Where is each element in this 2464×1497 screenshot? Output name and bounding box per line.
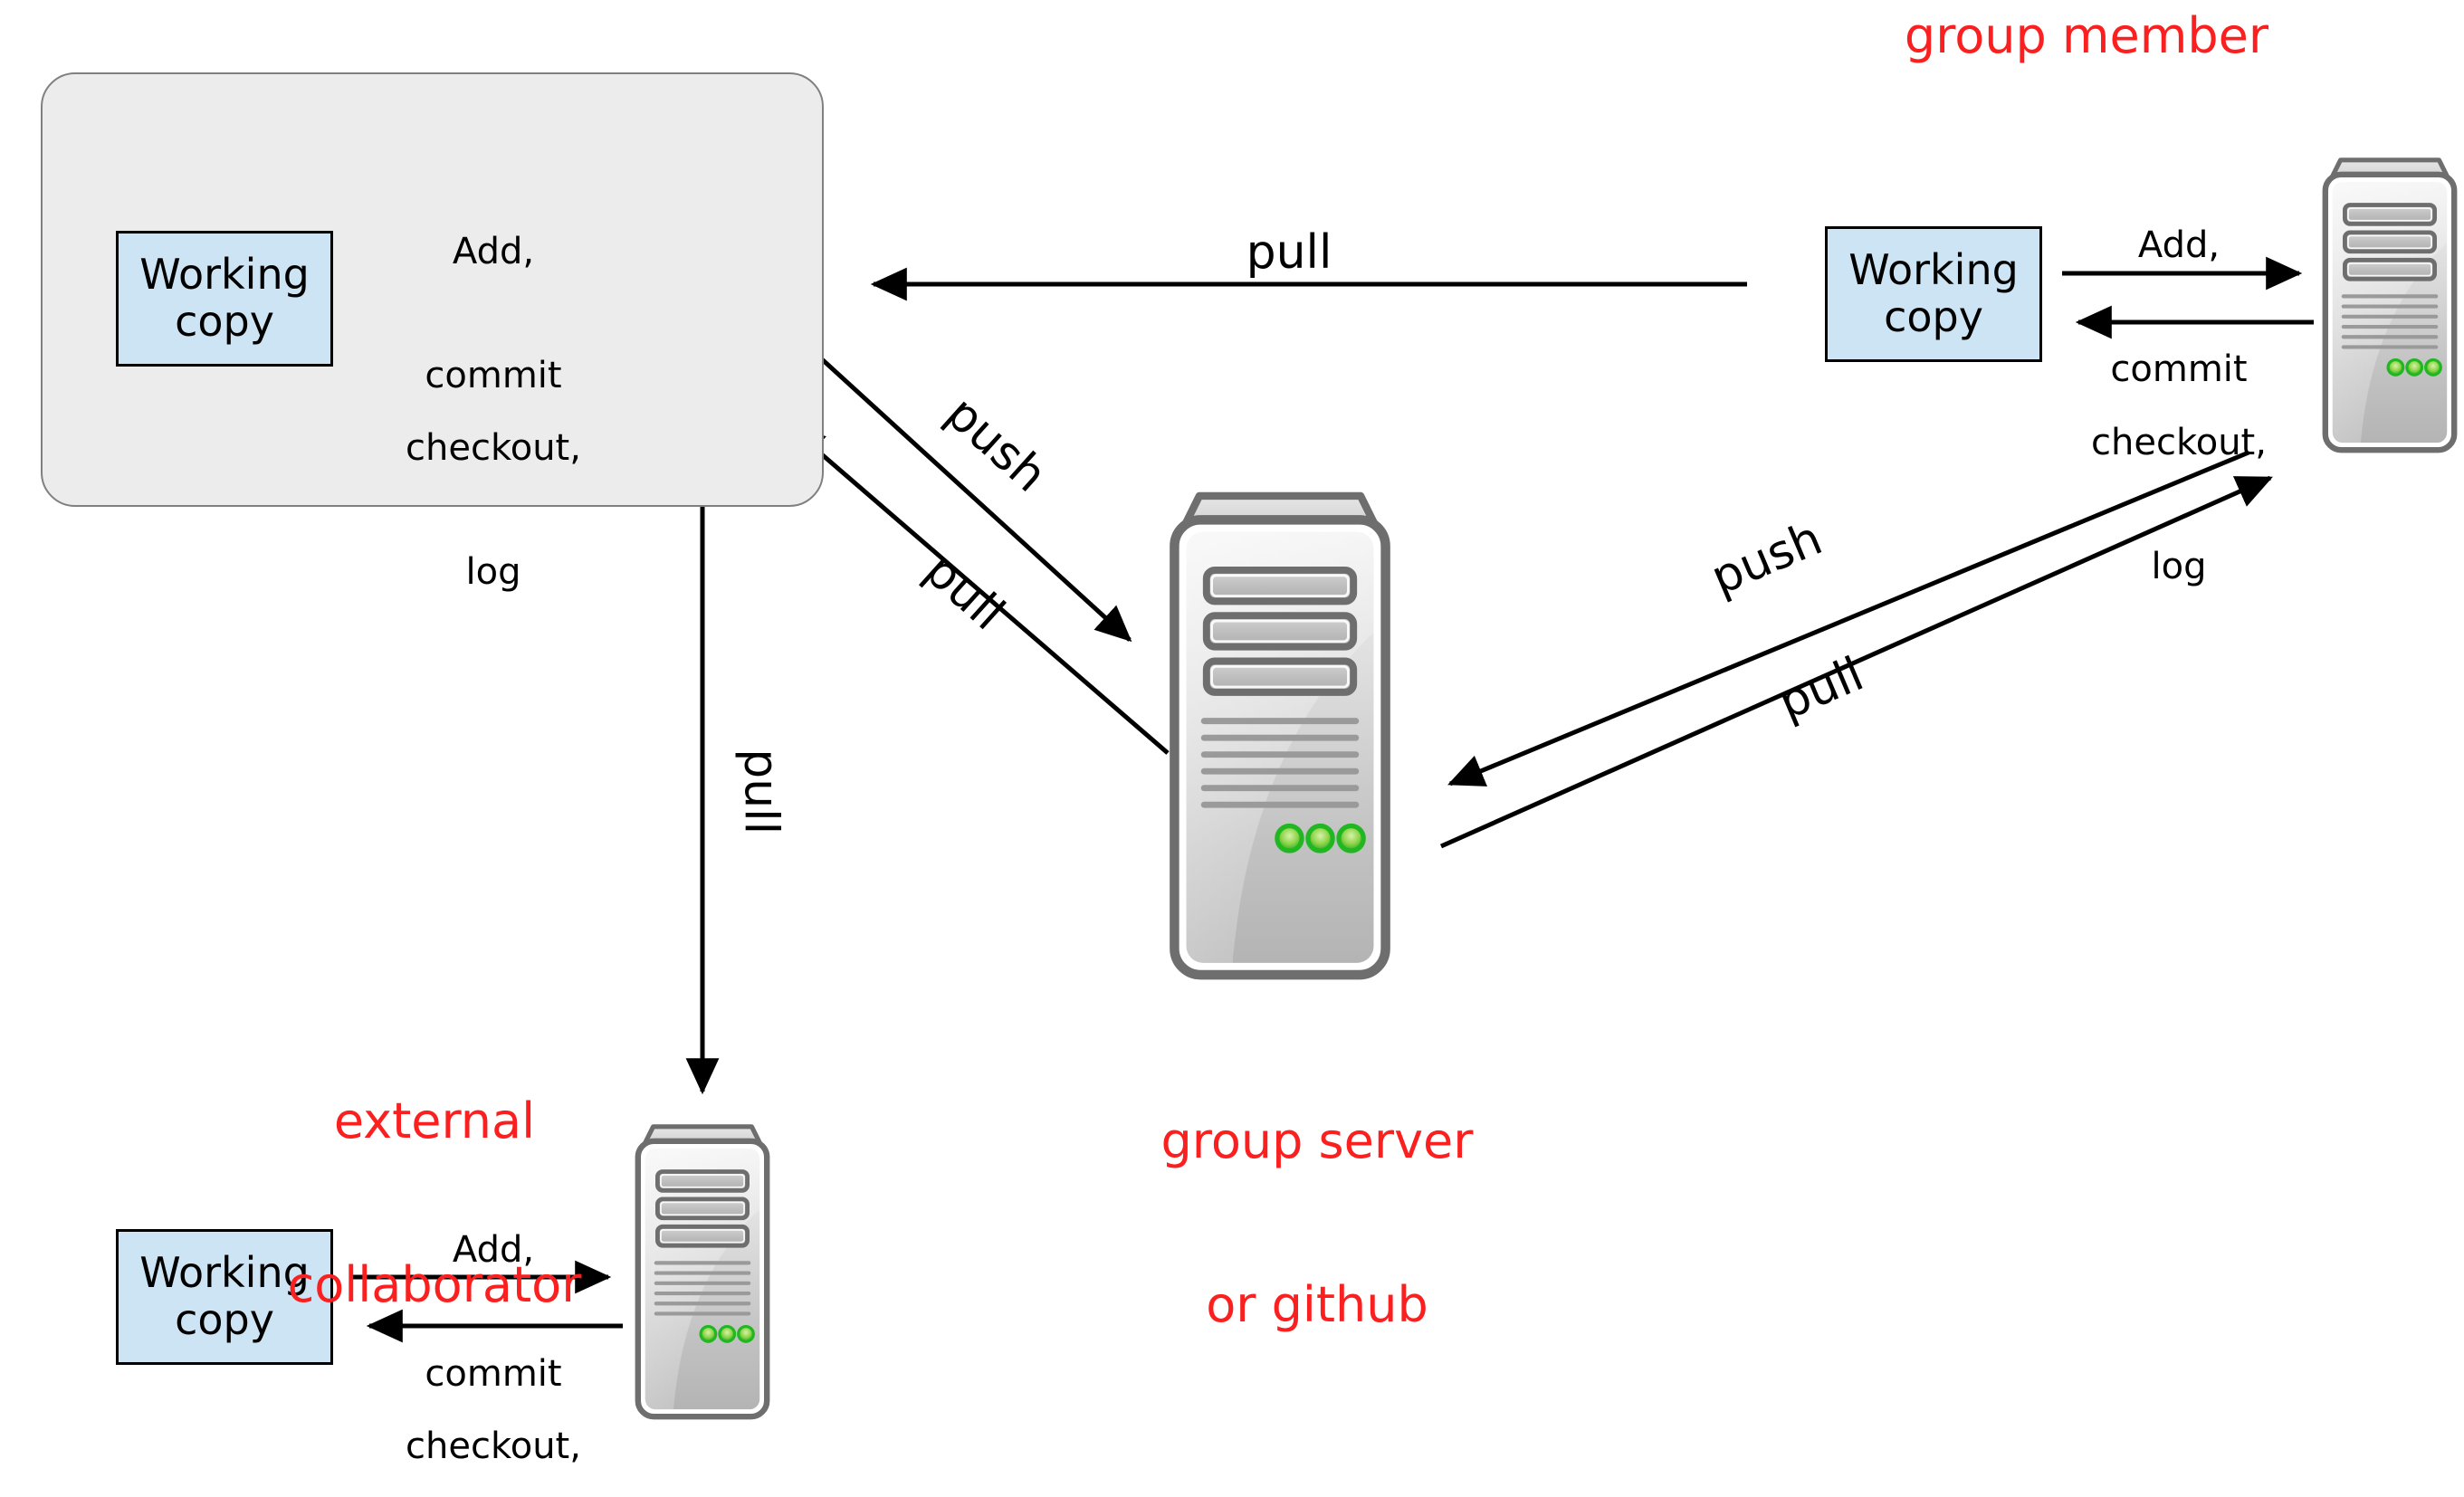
command-line2: log	[465, 550, 521, 593]
working-copy-line2: copy	[175, 297, 274, 346]
server-tower-icon-central	[1174, 496, 1385, 975]
edge-label-external-pull: pull	[733, 748, 788, 835]
group-member-label: group member	[1904, 7, 2269, 64]
working-copy-label-local: Working copy	[119, 234, 330, 364]
group-server-label: group server or github	[1109, 1005, 1525, 1443]
working-copy-box-member[interactable]: Working copy	[1825, 226, 2042, 362]
command-line2: log	[2151, 545, 2207, 587]
working-copy-line1: Working	[1848, 245, 2019, 295]
external-collaborator-label-line2: collaborator	[287, 1256, 582, 1314]
external-collaborator-label-line1: external	[333, 1092, 536, 1149]
server-tower-icon-external-repo	[638, 1127, 767, 1416]
command-line1: checkout,	[406, 1425, 581, 1468]
working-copy-box-local[interactable]: Working copy	[116, 231, 333, 367]
command-line1: Add,	[2137, 224, 2220, 267]
edge-label-top-pull: pull	[1246, 225, 1332, 280]
command-label-local-checkout-log: checkout, log	[380, 346, 606, 676]
command-label-member-checkout-log: checkout, log	[2066, 340, 2292, 671]
external-collaborator-label: external collaborator	[244, 985, 625, 1423]
server-tower-icon-member-repo	[2326, 160, 2454, 450]
working-copy-label-member: Working copy	[1828, 229, 2039, 359]
group-server-label-line1: group server	[1160, 1111, 1474, 1169]
diagram-canvas: Working copy Working copy Working copy A…	[0, 0, 2464, 1497]
working-copy-line2: copy	[1884, 292, 1983, 341]
group-server-label-line2: or github	[1206, 1276, 1428, 1334]
command-line1: Add,	[452, 231, 535, 273]
working-copy-line1: Working	[139, 250, 310, 300]
command-line1: checkout,	[2091, 422, 2267, 464]
command-line1: checkout,	[406, 427, 581, 470]
